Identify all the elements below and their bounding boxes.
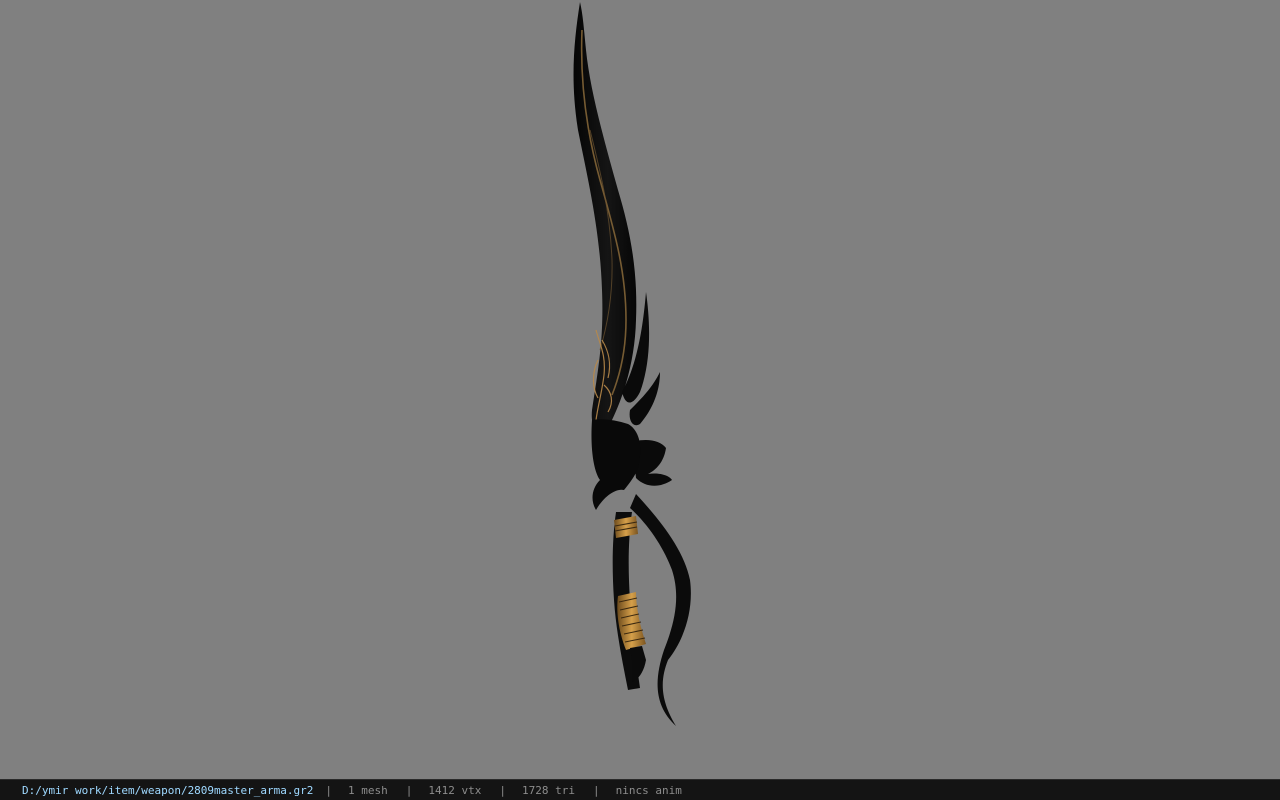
status-separator: | xyxy=(593,783,600,797)
vertex-count: 1412 vtx xyxy=(428,783,482,797)
status-bar: D:/ymir work/item/weapon/2809master_arma… xyxy=(0,779,1280,800)
weapon-model xyxy=(573,2,691,726)
file-path: D:/ymir work/item/weapon/2809master_arma… xyxy=(22,783,314,797)
animation-status: nincs anim xyxy=(615,783,682,797)
triangle-count: 1728 tri xyxy=(522,783,575,797)
status-separator: | xyxy=(499,783,507,797)
weapon-guard xyxy=(591,419,641,510)
mesh-count: 1 mesh xyxy=(348,783,388,797)
status-separator: | xyxy=(405,783,413,797)
status-separator: | xyxy=(325,783,333,797)
3d-viewport[interactable] xyxy=(0,0,1280,779)
weapon-tail xyxy=(630,494,691,726)
